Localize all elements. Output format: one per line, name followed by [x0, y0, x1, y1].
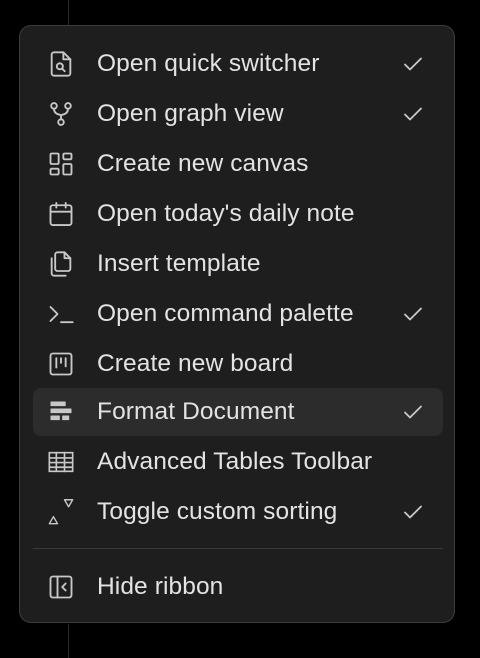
checkmark-icon — [401, 500, 425, 524]
menu-item-insert-template[interactable]: Insert template — [33, 240, 443, 288]
menu-item-format-document[interactable]: Format Document — [33, 388, 443, 436]
menu-item-label: Create new board — [97, 350, 294, 377]
menu-item-label: Open graph view — [97, 100, 284, 127]
menu-item-label: Hide ribbon — [97, 573, 224, 600]
checkmark-icon — [401, 302, 425, 326]
ribbon-edge-line-top — [68, 0, 69, 26]
git-fork-icon — [47, 100, 75, 128]
menu-item-toggle-custom-sorting[interactable]: Toggle custom sorting — [33, 488, 443, 536]
file-search-icon — [47, 50, 75, 78]
menu-item-label: Advanced Tables Toolbar — [97, 448, 373, 475]
menu-item-label: Toggle custom sorting — [97, 498, 338, 525]
menu-item-advanced-tables-toolbar[interactable]: Advanced Tables Toolbar — [33, 438, 443, 486]
align-left-bars-icon — [47, 398, 75, 426]
menu-item-open-daily-note[interactable]: Open today's daily note — [33, 190, 443, 238]
menu-item-open-command-palette[interactable]: Open command palette — [33, 290, 443, 338]
sort-triangles-icon — [47, 498, 75, 526]
menu-item-create-new-board[interactable]: Create new board — [33, 340, 443, 388]
menu-item-label: Format Document — [97, 398, 295, 425]
menu-item-label: Create new canvas — [97, 150, 309, 177]
menu-item-label: Open today's daily note — [97, 200, 355, 227]
menu-item-label: Insert template — [97, 250, 261, 277]
menu-item-open-quick-switcher[interactable]: Open quick switcher — [33, 40, 443, 88]
menu-item-create-new-canvas[interactable]: Create new canvas — [33, 140, 443, 188]
calendar-icon — [47, 200, 75, 228]
menu-item-label: Open command palette — [97, 300, 354, 327]
checkmark-icon — [401, 400, 425, 424]
ribbon-context-menu: Open quick switcher Open graph view Crea… — [19, 25, 455, 623]
table-grid-icon — [47, 448, 75, 476]
copy-icon — [47, 250, 75, 278]
checkmark-icon — [401, 52, 425, 76]
menu-item-open-graph-view[interactable]: Open graph view — [33, 90, 443, 138]
layout-dashboard-icon — [47, 150, 75, 178]
terminal-icon — [47, 300, 75, 328]
kanban-icon — [47, 350, 75, 378]
panel-left-close-icon — [47, 573, 75, 601]
checkmark-icon — [401, 102, 425, 126]
ribbon-edge-line-bottom — [68, 624, 69, 658]
menu-divider — [33, 548, 443, 549]
menu-item-hide-ribbon[interactable]: Hide ribbon — [33, 563, 443, 611]
menu-item-label: Open quick switcher — [97, 50, 320, 77]
